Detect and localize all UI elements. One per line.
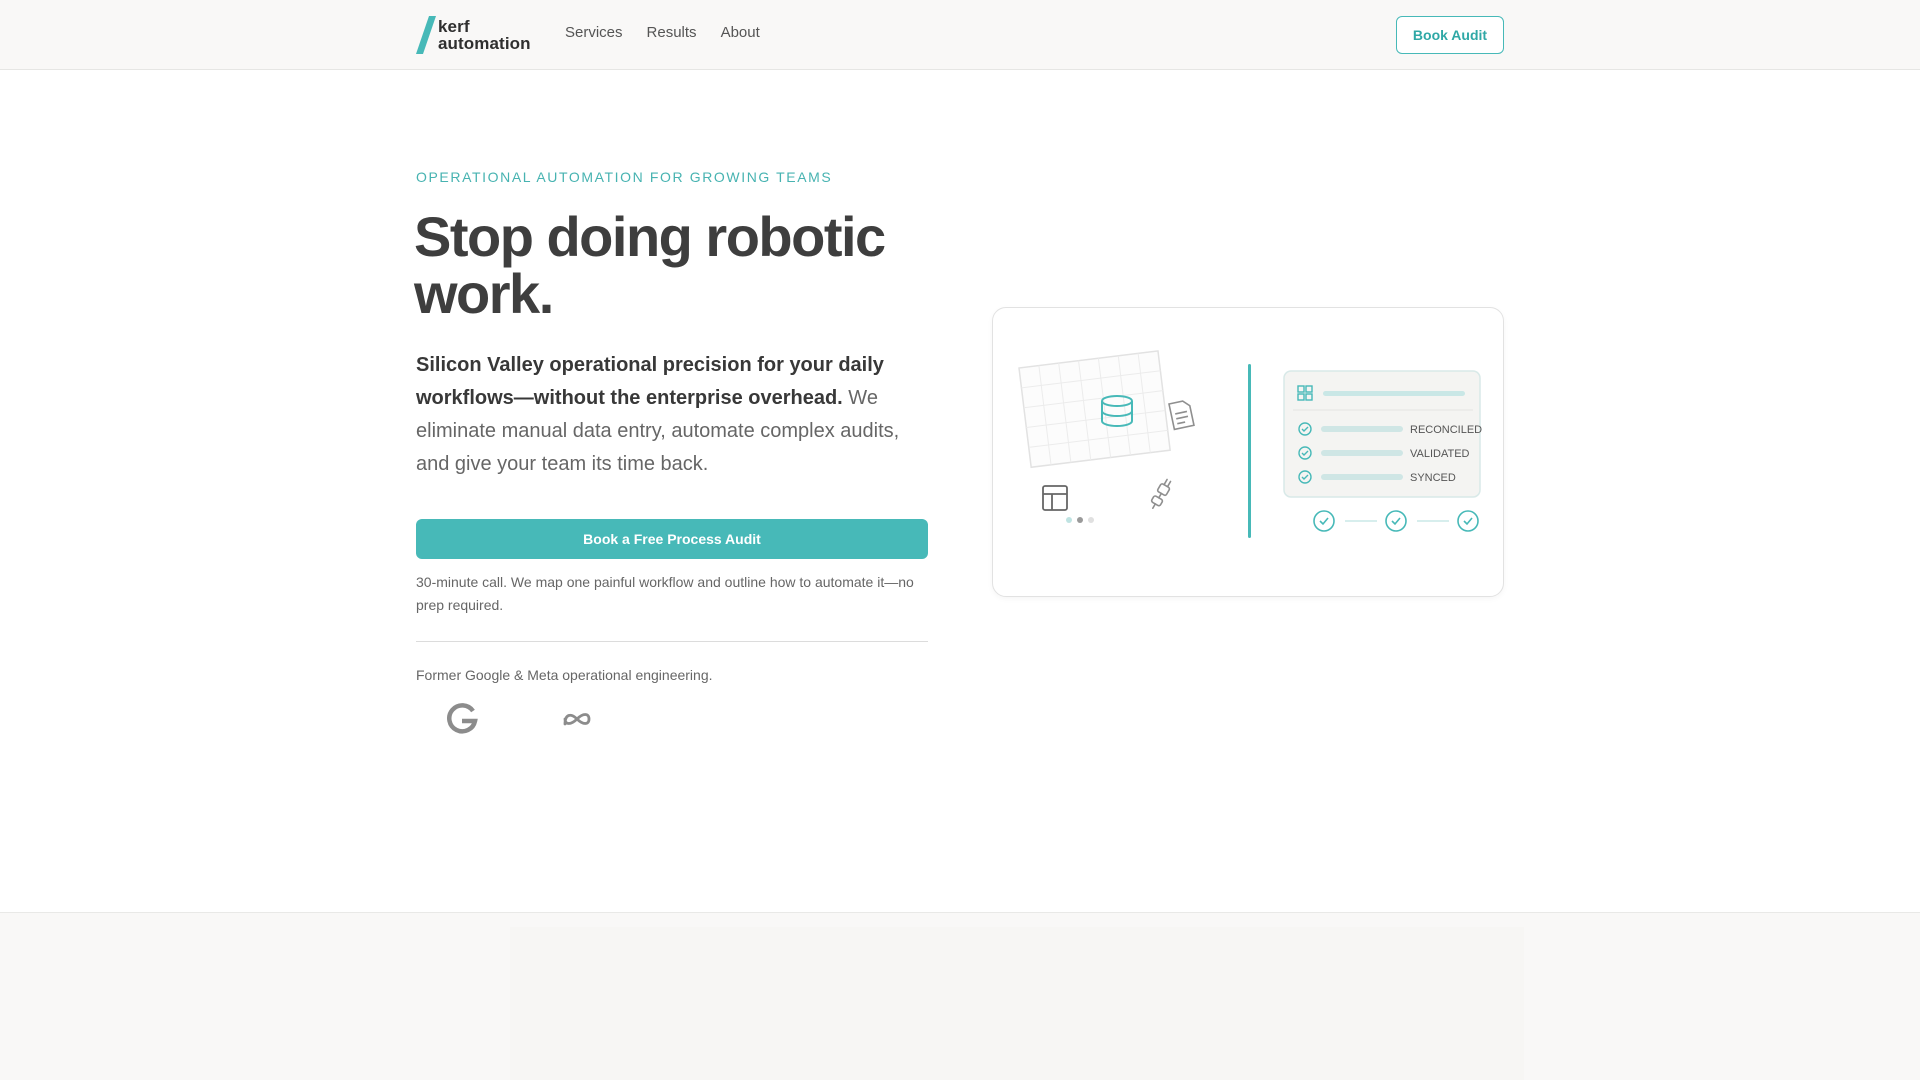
google-logo-icon — [447, 703, 478, 734]
logo-slash-icon — [416, 16, 436, 54]
hero-headline: Stop doing robotic work. — [414, 205, 886, 325]
progress-dots — [1066, 517, 1094, 523]
top-nav: kerf automation Services Results About B… — [0, 0, 1920, 70]
table-icon — [1042, 485, 1068, 511]
spreadsheet-grid — [1018, 350, 1171, 469]
check-circle-icon — [1385, 510, 1407, 532]
check-circle-icon — [1457, 510, 1479, 532]
hero-subhead: Silicon Valley operational precision for… — [416, 349, 936, 481]
status-label-synced: SYNCED — [1410, 472, 1456, 484]
nav-link-about[interactable]: About — [721, 24, 760, 41]
brand-line-1: kerf — [438, 17, 470, 36]
plug-icon — [1150, 478, 1172, 510]
nav-link-results[interactable]: Results — [647, 24, 697, 41]
flow-divider — [1248, 364, 1251, 538]
document-icon — [1168, 400, 1195, 431]
social-proof-text: Former Google & Meta operational enginee… — [416, 667, 713, 683]
book-free-audit-button[interactable]: Book a Free Process Audit — [416, 519, 928, 559]
brand-logo[interactable]: kerf automation — [416, 16, 531, 54]
brand-line-2: automation — [438, 34, 531, 53]
meta-logo-icon — [563, 713, 591, 726]
automation-illustration: RECONCILED VALIDATED SYNCED — [1018, 350, 1482, 538]
hero-eyebrow: OPERATIONAL AUTOMATION FOR GROWING TEAMS — [416, 169, 833, 185]
brand-wordmark: kerf automation — [438, 18, 531, 52]
book-audit-button[interactable]: Book Audit — [1396, 16, 1504, 54]
divider — [416, 641, 928, 642]
check-circle-icon — [1313, 510, 1335, 532]
status-label-validated: VALIDATED — [1410, 448, 1470, 460]
automation-illustration-card: RECONCILED VALIDATED SYNCED — [992, 307, 1504, 597]
dashboard-panel: RECONCILED VALIDATED SYNCED — [1283, 370, 1482, 498]
next-section-panel — [510, 927, 1524, 1080]
nav-link-services[interactable]: Services — [565, 24, 623, 41]
nav-links: Services Results About — [565, 24, 760, 41]
hero-subhead-bold: Silicon Valley operational precision for… — [416, 354, 884, 409]
cta-note: 30-minute call. We map one painful workf… — [416, 574, 914, 613]
next-section — [0, 912, 1920, 1080]
status-label-reconciled: RECONCILED — [1410, 424, 1482, 436]
check-chain — [1313, 510, 1479, 532]
